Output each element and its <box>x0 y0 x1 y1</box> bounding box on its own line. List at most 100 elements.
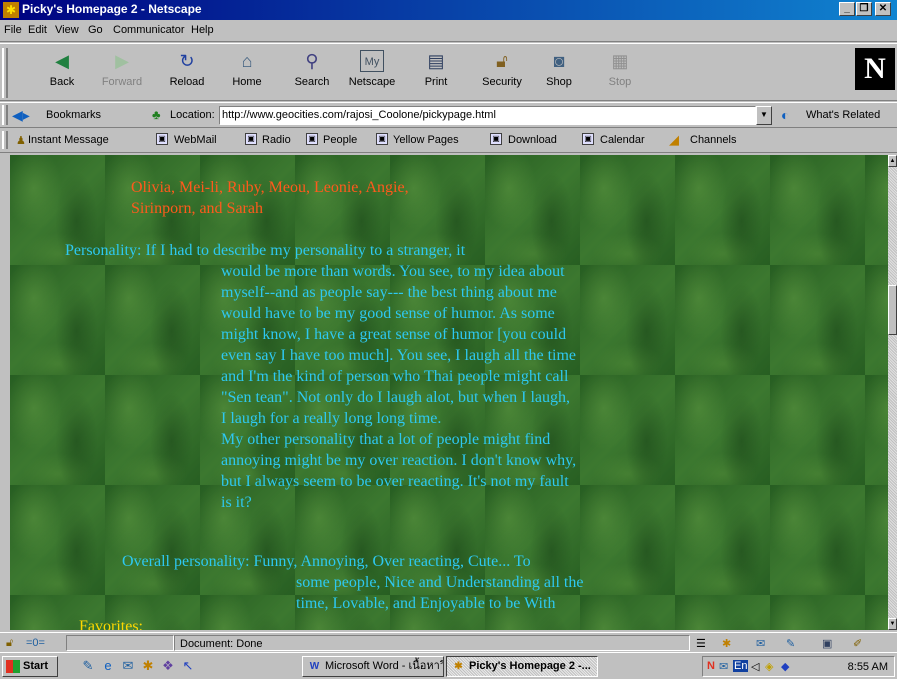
stop-button[interactable]: ▦ Stop <box>596 50 644 98</box>
start-label: Start <box>23 660 49 672</box>
menu-edit[interactable]: Edit <box>28 24 47 36</box>
radio-icon: ▣ <box>245 133 257 145</box>
names-line-2: Sirinporn, and Sarah <box>131 200 263 217</box>
location-grip[interactable] <box>2 105 8 125</box>
discussion-icon[interactable]: ✎ <box>786 637 795 650</box>
taskbar-word-button[interactable]: W Microsoft Word - เนื้อหาวิท... <box>302 656 444 677</box>
reload-icon: ↻ <box>179 51 195 71</box>
netscape-button[interactable]: My Netscape <box>348 50 396 98</box>
url-field[interactable]: http://www.geocities.com/rajosi_Coolone/… <box>219 106 756 125</box>
netscape-icon: ✱ <box>454 661 463 672</box>
menu-view[interactable]: View <box>55 24 79 36</box>
location-icon[interactable]: ♣ <box>152 107 161 122</box>
tray-app-icon[interactable]: ◈ <box>765 660 773 673</box>
navigator-icon[interactable]: ✱ <box>722 637 731 650</box>
netscape-icon: My <box>360 50 384 72</box>
close-button[interactable]: ✕ <box>875 2 891 16</box>
netscape-logo[interactable]: N <box>855 48 895 90</box>
taskbar-clock[interactable]: 8:55 AM <box>848 661 888 673</box>
home-label: Home <box>232 76 262 88</box>
status-text: Document: Done <box>180 638 263 650</box>
menu-file[interactable]: File <box>4 24 22 36</box>
print-button[interactable]: ▤ Print <box>412 50 460 98</box>
whats-related-icon[interactable]: ◐ <box>781 107 789 123</box>
instant-message-link[interactable]: Instant Message <box>28 134 109 146</box>
progress-segment <box>66 635 174 651</box>
menu-go[interactable]: Go <box>88 24 103 36</box>
channels-link[interactable]: Channels <box>690 134 736 146</box>
windows-taskbar: Start ✎ e ✉ ✱ ❖ ↖ W Microsoft Word - เนื… <box>0 652 897 679</box>
word-icon: W <box>309 661 320 672</box>
personality-line: might know, I have a great sense of humo… <box>221 326 567 343</box>
personality-line: My other personality that a lot of peopl… <box>221 431 551 448</box>
people-link[interactable]: People <box>323 134 357 146</box>
scroll-thumb[interactable] <box>888 285 897 335</box>
outlook-express-icon[interactable]: ✉ <box>120 658 136 674</box>
bookmark-icon[interactable]: ◀▸ <box>12 107 30 124</box>
window-title: Picky's Homepage 2 - Netscape <box>22 2 202 16</box>
menu-communicator[interactable]: Communicator <box>113 24 185 36</box>
calendar-link[interactable]: Calendar <box>600 134 645 146</box>
personality-line: Personality: If I had to describe my per… <box>65 242 466 259</box>
personal-grip[interactable] <box>2 131 8 149</box>
shop-label: Shop <box>546 76 572 88</box>
personality-line: annoying might be my over reaction. I do… <box>221 452 577 469</box>
home-button[interactable]: ⌂ Home <box>223 50 271 98</box>
vertical-scrollbar[interactable]: ▲ ▼ <box>888 155 897 630</box>
radio-link[interactable]: Radio <box>262 134 291 146</box>
show-desktop-icon[interactable]: ✎ <box>80 658 96 674</box>
reload-button[interactable]: ↻ Reload <box>163 50 211 98</box>
toolbar-grip[interactable] <box>2 48 8 98</box>
cursor-tool-icon[interactable]: ↖ <box>180 658 196 674</box>
scroll-up-arrow[interactable]: ▲ <box>888 155 897 167</box>
mail-icon[interactable]: ✉ <box>756 637 765 650</box>
back-arrow-icon: ◀ <box>55 51 69 71</box>
back-label: Back <box>49 76 75 88</box>
forward-button[interactable]: ▶ Forward <box>98 50 146 98</box>
shop-button[interactable]: ◙ Shop <box>535 50 583 98</box>
windows-logo-icon <box>6 660 20 673</box>
bookmarks-button[interactable]: Bookmarks <box>46 109 101 121</box>
netscape-app-icon[interactable]: ✱ <box>3 2 19 18</box>
print-label: Print <box>424 76 448 88</box>
back-button[interactable]: ◀ Back <box>38 50 86 98</box>
page-content: Olivia, Mei-li, Ruby, Meou, Leonie, Angi… <box>10 155 888 630</box>
scroll-down-arrow[interactable]: ▼ <box>888 618 897 630</box>
menu-bar: File Edit View Go Communicator Help <box>0 20 897 42</box>
whats-related-button[interactable]: What's Related <box>806 109 880 121</box>
security-lock-icon[interactable]: 🔓︎ <box>6 637 13 650</box>
url-dropdown-arrow[interactable]: ▼ <box>756 106 772 125</box>
menu-help[interactable]: Help <box>191 24 214 36</box>
webmail-icon: ▣ <box>156 133 168 145</box>
edit-page-icon[interactable]: ✐ <box>853 637 862 650</box>
taskbar-netscape-label: Picky's Homepage 2 -... <box>469 660 591 672</box>
search-button[interactable]: ⚲ Search <box>288 50 336 98</box>
webmail-link[interactable]: WebMail <box>174 134 217 146</box>
download-link[interactable]: Download <box>508 134 557 146</box>
stop-icon: ▦ <box>611 51 629 71</box>
minimize-button[interactable]: _ <box>839 2 855 16</box>
language-indicator[interactable]: En <box>733 660 749 672</box>
instant-message-icon: ♟ <box>16 135 26 147</box>
network-tray-icon[interactable]: ✉ <box>719 660 728 673</box>
start-button[interactable]: Start <box>2 656 58 677</box>
netscape-quicklaunch-icon[interactable]: ✱ <box>140 658 156 674</box>
search-label: Search <box>294 76 330 88</box>
composer-icon[interactable]: ▣ <box>822 637 832 650</box>
maximize-button[interactable]: ❐ <box>856 2 872 16</box>
channel-viewer-icon[interactable]: ❖ <box>160 658 176 674</box>
forward-label: Forward <box>101 76 143 88</box>
component-bar-icon[interactable]: ☰ <box>696 637 706 650</box>
taskbar-netscape-button[interactable]: ✱ Picky's Homepage 2 -... <box>446 656 598 677</box>
channels-icon: ◢ <box>669 132 679 147</box>
location-toolbar: ◀▸ Bookmarks ♣ Location: http://www.geoc… <box>0 102 897 128</box>
personality-line: "Sen tean". Not only do I laugh alot, bu… <box>221 389 570 406</box>
internet-explorer-icon[interactable]: e <box>100 658 116 674</box>
messenger-tray-icon[interactable]: ◆ <box>781 660 789 673</box>
download-icon: ▣ <box>490 133 502 145</box>
yellow-pages-link[interactable]: Yellow Pages <box>393 134 459 146</box>
volume-icon[interactable]: ◁ <box>751 660 759 673</box>
location-label: Location: <box>170 109 215 121</box>
security-button[interactable]: 🔓︎ Security <box>478 50 526 98</box>
netscape-tray-icon[interactable]: N <box>707 660 715 672</box>
